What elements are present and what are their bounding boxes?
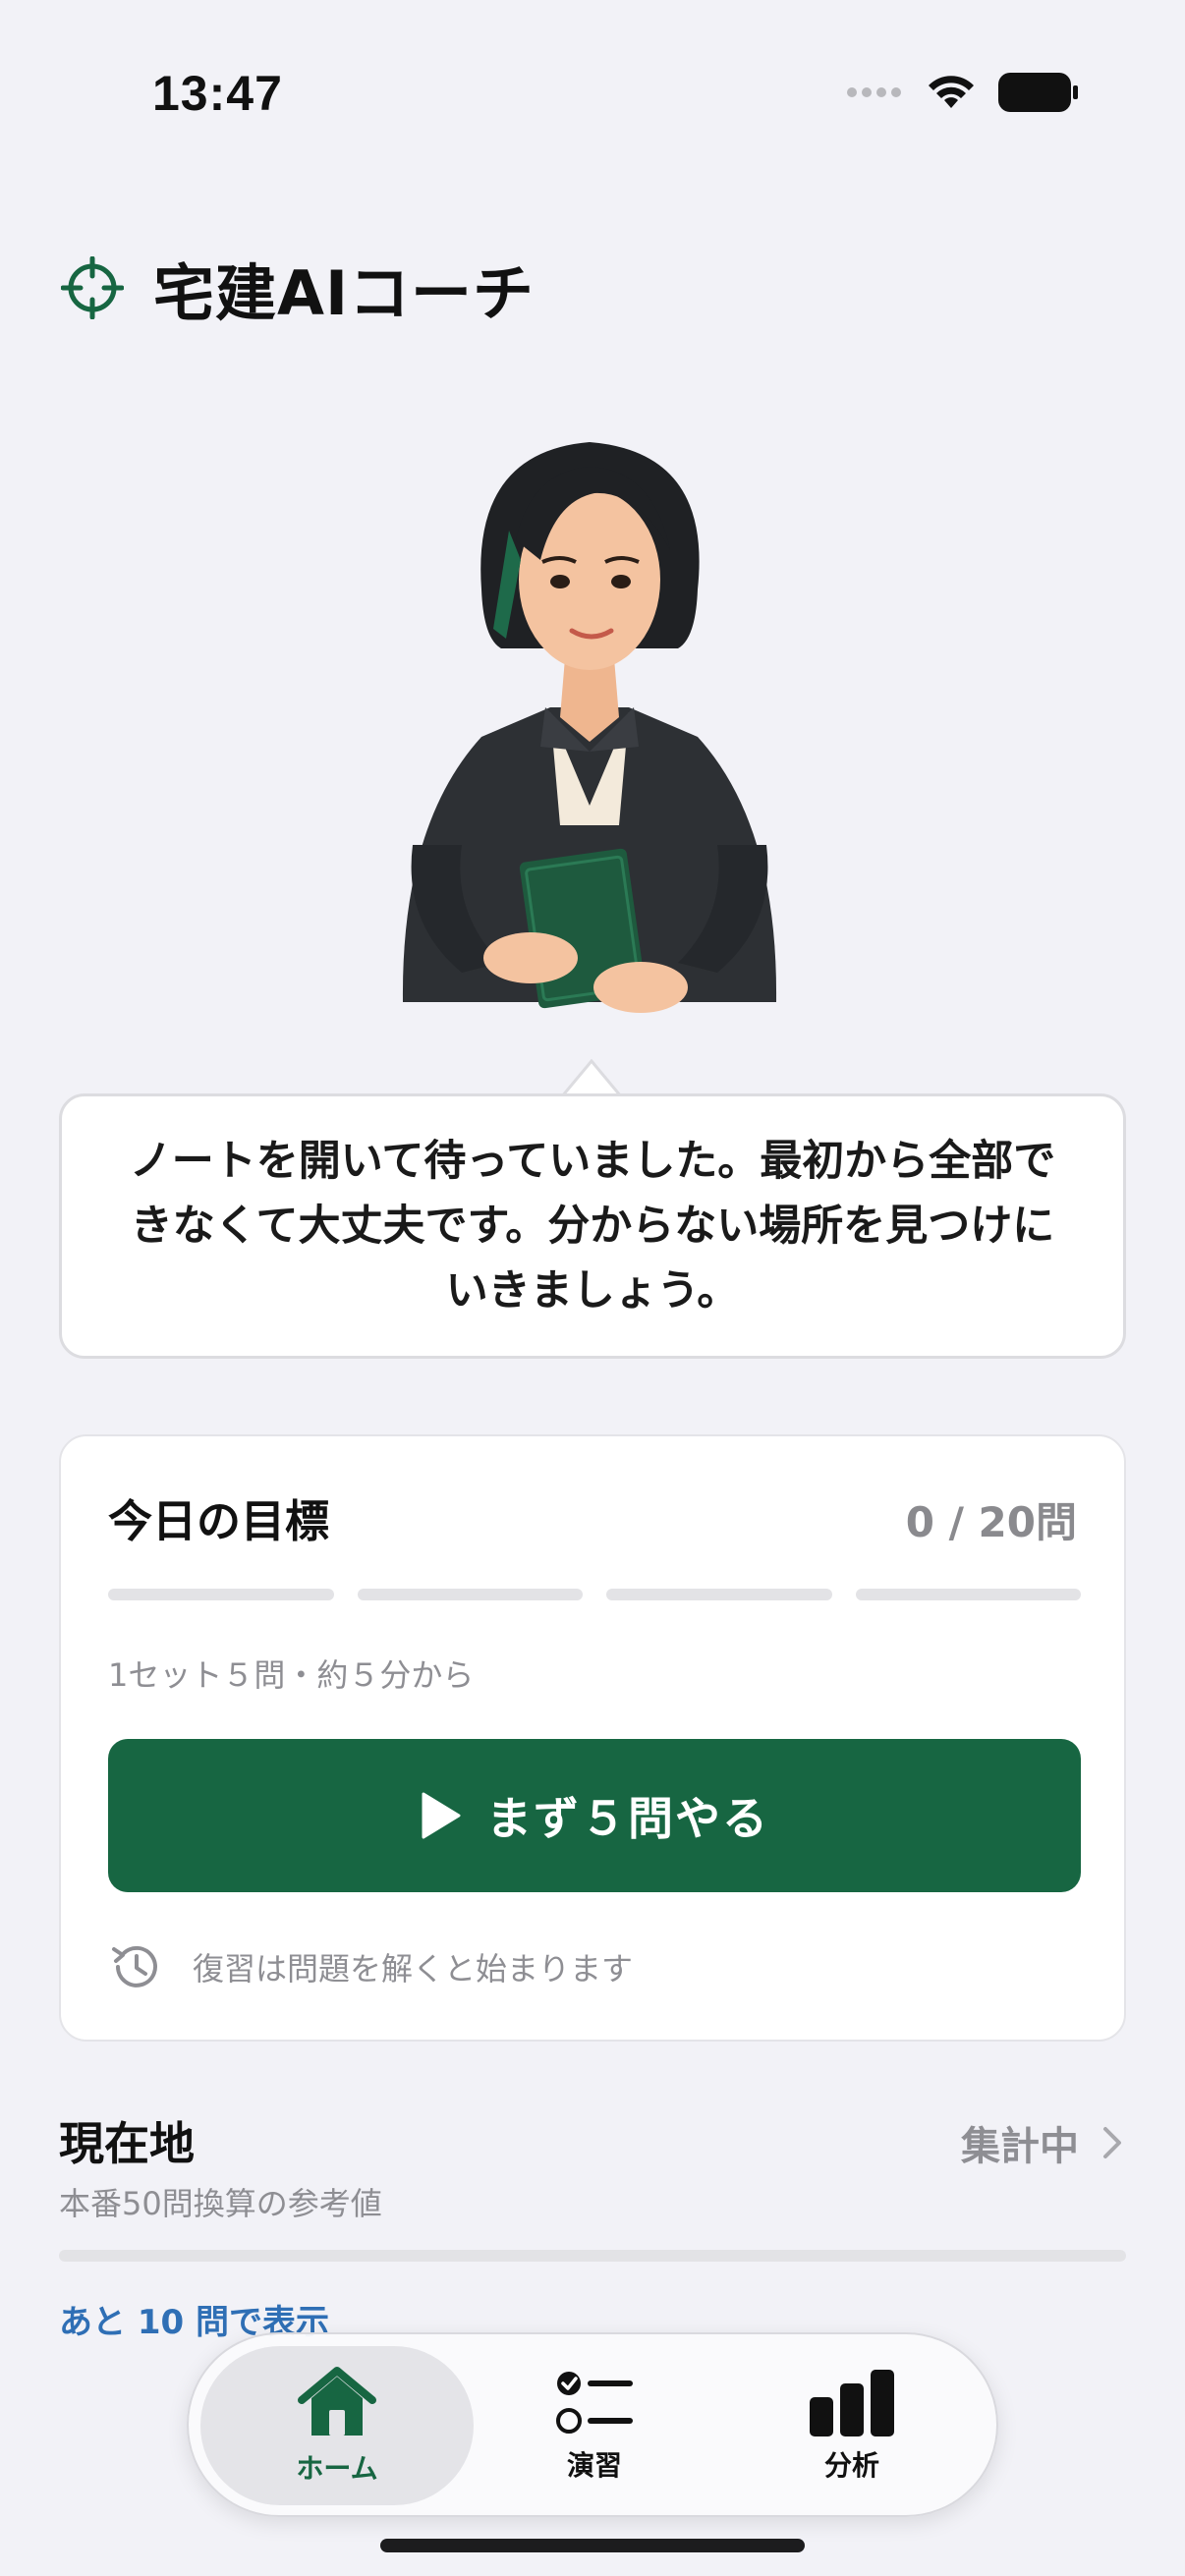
- goal-count: 0 / 20問: [905, 1498, 1077, 1546]
- tab-analysis-label: 分析: [823, 2449, 879, 2482]
- house-icon: [298, 2367, 376, 2436]
- tab-home[interactable]: ホーム: [200, 2346, 474, 2505]
- battery-icon: [998, 73, 1078, 112]
- progress-segment: [108, 1589, 334, 1600]
- checklist-icon: [556, 2372, 633, 2434]
- location-subtitle: 本番50問換算の参考値: [59, 2185, 382, 2222]
- app-screen: 13:47 宅建AIコーチ ノートを開いて待っていました。最初から全部できなくて…: [0, 0, 1185, 2576]
- goal-subtitle: 1セット５問・約５分から: [108, 1656, 475, 1694]
- start-practice-label: まず５問やる: [486, 1792, 769, 1845]
- app-header: 宅建AIコーチ: [61, 244, 535, 332]
- status-time: 13:47: [152, 66, 283, 121]
- play-icon: [422, 1792, 461, 1839]
- history-icon: [112, 1945, 157, 1988]
- tab-home-label: ホーム: [296, 2452, 378, 2485]
- chevron-right-icon: [1103, 2127, 1121, 2158]
- tab-bar: ホーム 演習 分析: [187, 2332, 998, 2517]
- coach-message: ノートを開いて待っていました。最初から全部できなくて大丈夫です。分からない場所を…: [129, 1137, 1056, 1316]
- status-icons: [845, 73, 1079, 112]
- progress-segment: [855, 1589, 1081, 1600]
- location-title: 現在地: [59, 2117, 195, 2170]
- coach-speech-bubble: ノートを開いて待っていました。最初から全部できなくて大丈夫です。分からない場所を…: [59, 1093, 1126, 1359]
- home-indicator: [380, 2539, 805, 2552]
- location-status: 集計中: [961, 2124, 1079, 2169]
- progress-segment: [357, 1589, 583, 1600]
- bubble-tail: [562, 1058, 621, 1096]
- target-icon: [61, 256, 124, 319]
- goal-title: 今日の目標: [108, 1495, 330, 1547]
- review-text: 復習は問題を解くと始まります: [193, 1950, 634, 1988]
- daily-goal-card: 今日の目標 0 / 20問 1セット５問・約５分から まず５問やる 復習は問題を…: [59, 1434, 1126, 2042]
- location-status-link[interactable]: 集計中: [961, 2114, 1122, 2171]
- tab-practice[interactable]: 演習: [458, 2346, 731, 2505]
- location-progress-bar: [59, 2250, 1126, 2262]
- coach-avatar: [402, 442, 777, 1013]
- progress-segment: [606, 1589, 832, 1600]
- app-title: 宅建AIコーチ: [153, 257, 536, 329]
- tab-practice-label: 演習: [566, 2449, 622, 2482]
- goal-progress-bar: [108, 1589, 1081, 1600]
- tab-analysis[interactable]: 分析: [715, 2346, 988, 2505]
- start-practice-button[interactable]: まず５問やる: [108, 1739, 1081, 1892]
- review-note: 復習は問題を解くと始まります: [106, 1937, 633, 1996]
- wifi-icon: [929, 76, 974, 108]
- bar-chart-icon: [810, 2370, 894, 2436]
- signal-icon: [847, 87, 901, 97]
